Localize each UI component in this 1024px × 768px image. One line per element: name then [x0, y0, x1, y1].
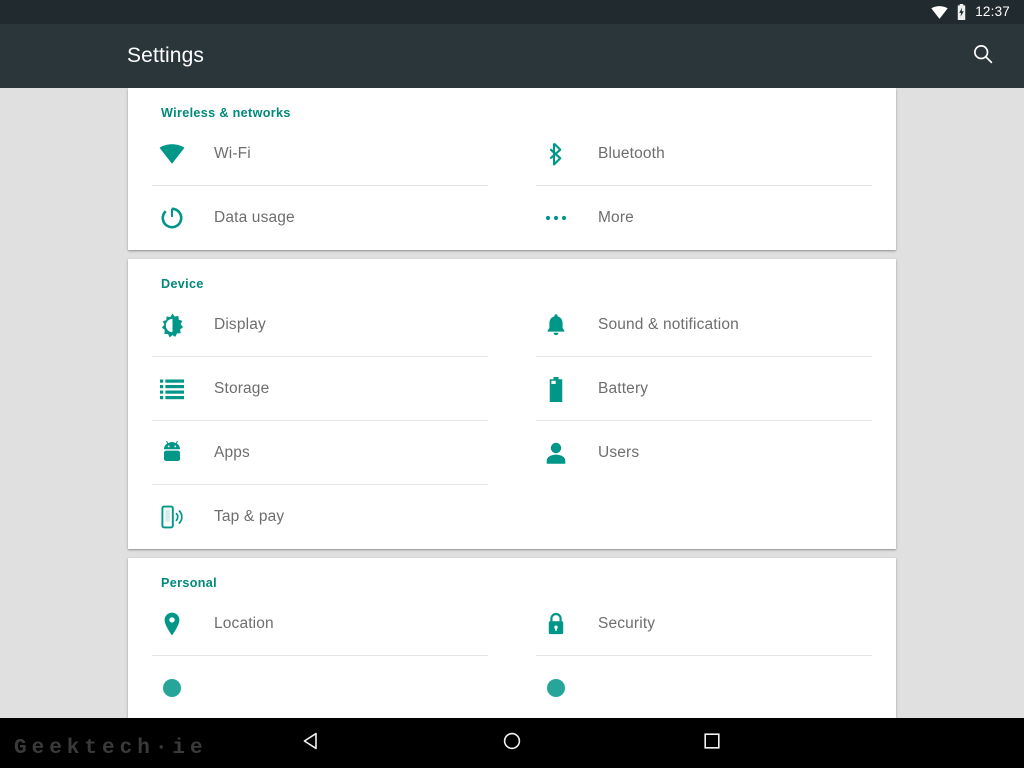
nav-back-button[interactable]: [212, 718, 412, 768]
battery-charging-icon: [956, 4, 967, 20]
settings-item-security[interactable]: Security: [512, 592, 896, 656]
settings-item-label: Location: [214, 615, 274, 632]
table-row: Tap & pay: [128, 485, 896, 549]
bluetooth-icon: [542, 140, 570, 168]
storage-list-icon: [158, 375, 186, 403]
person-icon: [542, 439, 570, 467]
section-header-wireless: Wireless & networks: [161, 106, 291, 120]
nav-home-button[interactable]: [412, 718, 612, 768]
settings-item-bluetooth[interactable]: Bluetooth: [512, 122, 896, 186]
settings-item-label: Apps: [214, 444, 250, 461]
bell-icon: [542, 311, 570, 339]
settings-item-label: Users: [598, 444, 640, 461]
app-bar: Settings: [0, 24, 1024, 88]
settings-item-label: Battery: [598, 380, 649, 397]
settings-item-tap-and-pay[interactable]: Tap & pay: [128, 485, 512, 549]
settings-item-label: Wi-Fi: [214, 145, 251, 162]
settings-item-battery[interactable]: Battery: [512, 357, 896, 421]
navigation-bar: [0, 718, 1024, 768]
settings-card-device: Device Display Sound & notification Stor…: [128, 259, 896, 549]
battery-icon: [542, 375, 570, 403]
settings-item-location[interactable]: Location: [128, 592, 512, 656]
settings-item-partial-right[interactable]: [512, 656, 896, 718]
brightness-icon: [158, 311, 186, 339]
table-row: Location Security: [128, 592, 896, 656]
nav-recents-button[interactable]: [612, 718, 812, 768]
language-icon: [542, 674, 570, 702]
settings-item-data-usage[interactable]: Data usage: [128, 186, 512, 250]
settings-card-wireless: Wireless & networks Wi-Fi Bluetooth Data…: [128, 88, 896, 250]
settings-item-label: Storage: [214, 380, 270, 397]
status-bar: 12:37: [0, 0, 1024, 24]
location-pin-icon: [158, 610, 186, 638]
settings-item-users[interactable]: Users: [512, 421, 896, 485]
section-header-device: Device: [161, 277, 204, 291]
page-title: Settings: [127, 44, 205, 67]
home-circle-icon: [501, 730, 523, 757]
settings-item-label: Bluetooth: [598, 145, 665, 162]
settings-scroll-area[interactable]: Wireless & networks Wi-Fi Bluetooth Data…: [0, 88, 1024, 718]
wifi-icon: [931, 5, 948, 19]
data-usage-icon: [158, 204, 186, 232]
settings-item-label: Security: [598, 615, 656, 632]
settings-item-apps[interactable]: Apps: [128, 421, 512, 485]
settings-item-storage[interactable]: Storage: [128, 357, 512, 421]
table-row: Apps Users: [128, 421, 896, 485]
settings-item-empty: [512, 485, 896, 549]
settings-item-label: More: [598, 209, 634, 226]
tap-and-pay-icon: [158, 503, 186, 531]
settings-item-more[interactable]: More: [512, 186, 896, 250]
search-icon: [971, 42, 995, 71]
table-row: Wi-Fi Bluetooth: [128, 122, 896, 186]
search-button[interactable]: [954, 24, 1012, 88]
table-row: Data usage More: [128, 186, 896, 250]
lock-icon: [542, 610, 570, 638]
settings-item-wifi[interactable]: Wi-Fi: [128, 122, 512, 186]
settings-item-label: Tap & pay: [214, 508, 285, 525]
settings-item-sound-notification[interactable]: Sound & notification: [512, 293, 896, 357]
accounts-icon: [158, 674, 186, 702]
table-row: Storage Battery: [128, 357, 896, 421]
android-robot-icon: [158, 439, 186, 467]
wifi-icon: [158, 140, 186, 168]
settings-item-display[interactable]: Display: [128, 293, 512, 357]
settings-card-personal: Personal Location Security: [128, 558, 896, 718]
table-row: Display Sound & notification: [128, 293, 896, 357]
status-bar-clock: 12:37: [975, 4, 1010, 20]
section-header-personal: Personal: [161, 576, 217, 590]
back-triangle-icon: [301, 730, 323, 757]
recents-square-icon: [701, 730, 723, 757]
settings-item-label: Display: [214, 316, 266, 333]
settings-item-partial-left[interactable]: [128, 656, 512, 718]
android-settings-screen: 12:37 Settings Wireless & networks Wi-Fi…: [0, 0, 1024, 768]
table-row: [128, 656, 896, 718]
more-horizontal-icon: [542, 204, 570, 232]
settings-item-label: Sound & notification: [598, 316, 739, 333]
settings-item-label: Data usage: [214, 209, 295, 226]
